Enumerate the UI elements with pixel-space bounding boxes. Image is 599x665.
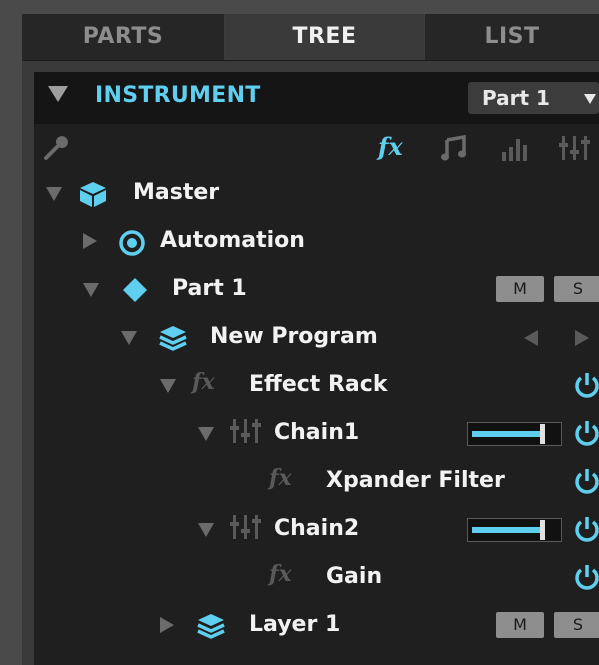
tree-toolbar: fx [34,124,599,174]
tree-label: Master [133,180,220,205]
expand-triangle-icon[interactable] [83,283,99,297]
tab-parts[interactable]: PARTS [22,14,225,60]
tab-list[interactable]: LIST [424,14,599,60]
tree-row-master[interactable]: Master [34,172,599,216]
mixer-icon [230,515,261,539]
power-icon[interactable] [573,370,599,400]
layers-icon [197,614,225,639]
slider-knob[interactable] [540,520,545,540]
tab-bar: PARTS TREE LIST [22,14,599,61]
note-icon[interactable] [440,134,468,162]
target-icon [119,230,145,256]
bars-icon[interactable] [500,136,530,162]
fx-icon: fx [269,561,292,587]
fx-icon[interactable]: fx [378,132,403,161]
tree-label: Automation [160,228,305,253]
slider-fill [472,527,540,533]
tree-panel: INSTRUMENT Part 1 fx Master Automation P… [34,72,599,665]
chevron-down-icon [584,94,596,104]
mute-button[interactable]: M [496,276,544,302]
cube-icon [80,182,106,207]
tab-tree[interactable]: TREE [225,14,424,60]
diamond-icon [123,278,147,302]
power-icon[interactable] [573,514,599,544]
tree-label: Xpander Filter [326,468,505,493]
tree-label: New Program [210,324,378,349]
tree-row-chain2[interactable]: Chain2 [34,508,599,552]
expand-triangle-icon[interactable] [160,379,176,393]
slider-knob[interactable] [540,424,545,444]
slider-fill [472,431,540,437]
instrument-header: INSTRUMENT Part 1 [34,72,599,124]
part-select-value: Part 1 [482,86,550,110]
fx-icon: fx [269,465,292,491]
expand-triangle-icon[interactable] [46,187,62,201]
tree-label: Effect Rack [249,372,388,397]
part-select[interactable]: Part 1 [468,82,599,114]
chain1-level-slider[interactable] [467,422,562,446]
collapse-triangle-icon[interactable] [48,86,68,102]
tree-label: Part 1 [172,276,247,301]
expand-triangle-icon[interactable] [160,617,174,633]
chain2-level-slider[interactable] [467,518,562,542]
power-icon[interactable] [573,418,599,448]
expand-triangle-icon[interactable] [198,427,214,441]
fx-icon: fx [192,369,215,395]
mixer-icon[interactable] [559,134,591,162]
expand-triangle-icon[interactable] [121,331,137,345]
tree-row-automation[interactable]: Automation [34,220,599,264]
tree-row-part1[interactable]: Part 1 M S [34,268,599,312]
layers-icon [159,326,187,351]
tree-label: Gain [326,564,383,589]
solo-button[interactable]: S [554,276,599,302]
expand-triangle-icon[interactable] [198,523,214,537]
tree-label: Chain1 [274,420,360,445]
tree-row-gain[interactable]: fx Gain [34,556,599,600]
instrument-title: INSTRUMENT [95,83,261,108]
tree-label: Layer 1 [249,612,341,637]
tree-row-chain1[interactable]: Chain1 [34,412,599,456]
expand-triangle-icon[interactable] [83,233,97,249]
power-icon[interactable] [573,466,599,496]
wrench-icon[interactable] [42,134,70,162]
tree-row-new-program[interactable]: New Program [34,316,599,360]
instrument-window: PARTS TREE LIST INSTRUMENT Part 1 fx Mas… [22,14,599,665]
tree-row-effect-rack[interactable]: fx Effect Rack [34,364,599,408]
solo-button[interactable]: S [554,612,599,638]
prev-arrow-icon[interactable] [522,328,540,348]
mute-button[interactable]: M [496,612,544,638]
tree-row-layer1[interactable]: Layer 1 M S [34,604,599,648]
tree-label: Chain2 [274,516,360,541]
next-arrow-icon[interactable] [573,328,591,348]
mixer-icon [230,419,261,443]
power-icon[interactable] [573,562,599,592]
tree-row-xpander-filter[interactable]: fx Xpander Filter [34,460,599,504]
